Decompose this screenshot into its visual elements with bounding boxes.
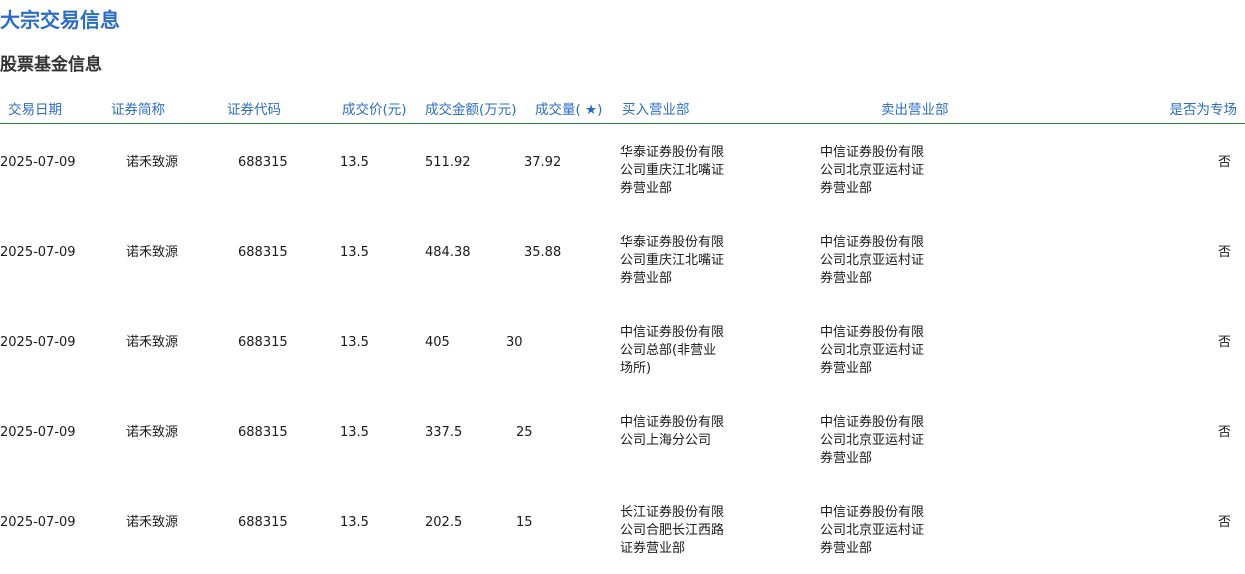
cell-security-name: 诺禾致源 bbox=[126, 245, 179, 260]
cell-special-session: 否 bbox=[1217, 155, 1231, 170]
cell-trade-date: 2025-07-09 bbox=[0, 245, 76, 260]
cell-buy-branch: 华泰证券股份有限公司重庆江北嘴证券营业部 bbox=[620, 145, 725, 196]
table-row: 2025-07-09 诺禾致源 688315 13.5 202.5 15 长江证… bbox=[0, 484, 1245, 574]
cell-sell-branch: 中信证券股份有限公司北京亚运村证券营业部 bbox=[820, 325, 925, 376]
cell-special-session: 否 bbox=[1217, 335, 1231, 350]
header-sell-branch[interactable]: 卖出营业部 bbox=[881, 98, 949, 118]
section-title: 股票基金信息 bbox=[0, 55, 102, 75]
cell-buy-branch: 中信证券股份有限公司总部(非营业场所) bbox=[620, 325, 725, 376]
cell-trade-volume: 35.88 bbox=[524, 245, 562, 260]
cell-trade-price: 13.5 bbox=[340, 515, 369, 530]
cell-trade-date: 2025-07-09 bbox=[0, 155, 76, 170]
header-security-name[interactable]: 证券简称 bbox=[111, 98, 165, 118]
cell-security-code: 688315 bbox=[238, 245, 288, 260]
cell-trade-amount: 511.92 bbox=[425, 155, 471, 170]
table-row: 2025-07-09 诺禾致源 688315 13.5 484.38 35.88… bbox=[0, 214, 1245, 304]
page-title: 大宗交易信息 bbox=[0, 8, 120, 32]
header-buy-branch[interactable]: 买入营业部 bbox=[622, 98, 690, 118]
cell-buy-branch: 长江证券股份有限公司合肥长江西路证券营业部 bbox=[620, 505, 725, 556]
cell-special-session: 否 bbox=[1217, 245, 1231, 260]
cell-special-session: 否 bbox=[1217, 515, 1231, 530]
cell-trade-amount: 484.38 bbox=[425, 245, 471, 260]
table-header: 交易日期 证券简称 证券代码 成交价(元) 成交金额(万元) 成交量( ★) 买… bbox=[0, 90, 1245, 124]
cell-trade-volume: 25 bbox=[516, 425, 533, 440]
cell-security-code: 688315 bbox=[238, 425, 288, 440]
cell-trade-volume: 30 bbox=[506, 335, 523, 350]
table-row: 2025-07-09 诺禾致源 688315 13.5 405 30 中信证券股… bbox=[0, 304, 1245, 394]
cell-buy-branch: 中信证券股份有限公司上海分公司 bbox=[620, 415, 725, 448]
cell-trade-price: 13.5 bbox=[340, 425, 369, 440]
cell-sell-branch: 中信证券股份有限公司北京亚运村证券营业部 bbox=[820, 415, 925, 466]
cell-trade-volume: 15 bbox=[516, 515, 533, 530]
header-trade-amount[interactable]: 成交金额(万元) bbox=[425, 98, 517, 118]
cell-trade-amount: 202.5 bbox=[425, 515, 463, 530]
cell-trade-date: 2025-07-09 bbox=[0, 335, 76, 350]
header-trade-date[interactable]: 交易日期 bbox=[8, 98, 62, 118]
cell-security-name: 诺禾致源 bbox=[126, 335, 179, 350]
cell-trade-date: 2025-07-09 bbox=[0, 515, 76, 530]
cell-trade-price: 13.5 bbox=[340, 155, 369, 170]
table-row: 2025-07-09 诺禾致源 688315 13.5 511.92 37.92… bbox=[0, 124, 1245, 214]
cell-security-name: 诺禾致源 bbox=[126, 155, 179, 170]
cell-trade-amount: 337.5 bbox=[425, 425, 463, 440]
cell-buy-branch: 华泰证券股份有限公司重庆江北嘴证券营业部 bbox=[620, 235, 725, 286]
cell-trade-date: 2025-07-09 bbox=[0, 425, 76, 440]
header-security-code[interactable]: 证券代码 bbox=[227, 98, 281, 118]
cell-trade-amount: 405 bbox=[425, 335, 450, 350]
header-special-session[interactable]: 是否为专场 bbox=[1170, 98, 1238, 118]
cell-security-code: 688315 bbox=[238, 335, 288, 350]
cell-security-name: 诺禾致源 bbox=[126, 515, 179, 530]
header-trade-volume[interactable]: 成交量( ★) bbox=[535, 98, 602, 118]
cell-security-code: 688315 bbox=[238, 155, 288, 170]
cell-trade-volume: 37.92 bbox=[524, 155, 562, 170]
cell-sell-branch: 中信证券股份有限公司北京亚运村证券营业部 bbox=[820, 235, 925, 286]
cell-trade-price: 13.5 bbox=[340, 335, 369, 350]
cell-security-name: 诺禾致源 bbox=[126, 425, 179, 440]
cell-sell-branch: 中信证券股份有限公司北京亚运村证券营业部 bbox=[820, 145, 925, 196]
header-trade-price[interactable]: 成交价(元) bbox=[342, 98, 407, 118]
cell-trade-price: 13.5 bbox=[340, 245, 369, 260]
block-trade-table: 交易日期 证券简称 证券代码 成交价(元) 成交金额(万元) 成交量( ★) 买… bbox=[0, 90, 1245, 574]
table-row: 2025-07-09 诺禾致源 688315 13.5 337.5 25 中信证… bbox=[0, 394, 1245, 484]
cell-special-session: 否 bbox=[1217, 425, 1231, 440]
cell-security-code: 688315 bbox=[238, 515, 288, 530]
cell-sell-branch: 中信证券股份有限公司北京亚运村证券营业部 bbox=[820, 505, 925, 556]
